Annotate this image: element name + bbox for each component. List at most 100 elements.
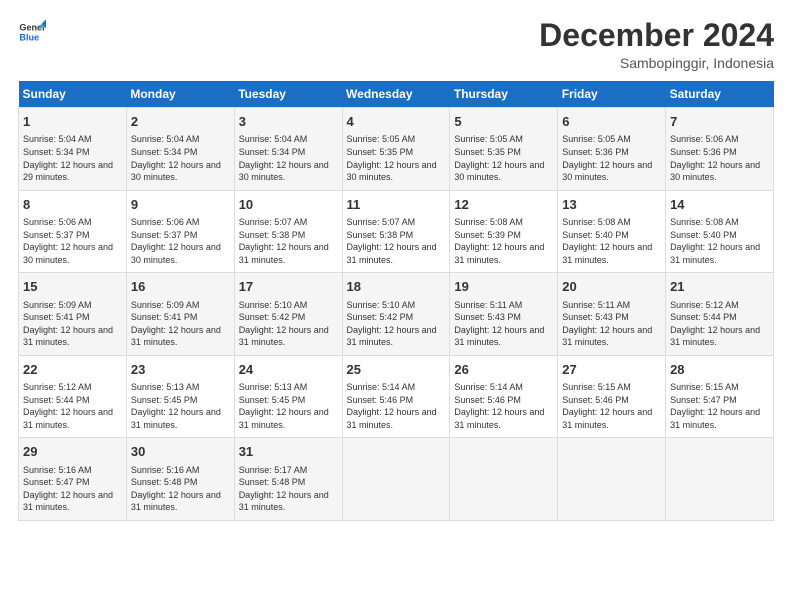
sunset-label: Sunset: 5:45 PM xyxy=(131,395,198,405)
daylight-label: Daylight: 12 hours and 31 minutes. xyxy=(562,242,652,265)
cell-w1-d1: 2Sunrise: 5:04 AMSunset: 5:34 PMDaylight… xyxy=(126,108,234,191)
sunset-label: Sunset: 5:46 PM xyxy=(562,395,629,405)
daylight-label: Daylight: 12 hours and 31 minutes. xyxy=(670,407,760,430)
cell-w5-d2: 31Sunrise: 5:17 AMSunset: 5:48 PMDayligh… xyxy=(234,438,342,521)
day-number: 16 xyxy=(131,278,230,296)
daylight-label: Daylight: 12 hours and 31 minutes. xyxy=(23,490,113,513)
col-tuesday: Tuesday xyxy=(234,81,342,108)
cell-w5-d1: 30Sunrise: 5:16 AMSunset: 5:48 PMDayligh… xyxy=(126,438,234,521)
cell-w5-d6 xyxy=(666,438,774,521)
daylight-label: Daylight: 12 hours and 31 minutes. xyxy=(670,325,760,348)
col-wednesday: Wednesday xyxy=(342,81,450,108)
cell-w2-d5: 13Sunrise: 5:08 AMSunset: 5:40 PMDayligh… xyxy=(558,190,666,273)
cell-w5-d3 xyxy=(342,438,450,521)
sunrise-label: Sunrise: 5:06 AM xyxy=(23,217,92,227)
sunrise-label: Sunrise: 5:16 AM xyxy=(23,465,92,475)
day-number: 24 xyxy=(239,361,338,379)
cell-w2-d3: 11Sunrise: 5:07 AMSunset: 5:38 PMDayligh… xyxy=(342,190,450,273)
daylight-label: Daylight: 12 hours and 31 minutes. xyxy=(454,407,544,430)
week-row-1: 1Sunrise: 5:04 AMSunset: 5:34 PMDaylight… xyxy=(19,108,774,191)
sunset-label: Sunset: 5:47 PM xyxy=(23,477,90,487)
cell-w2-d4: 12Sunrise: 5:08 AMSunset: 5:39 PMDayligh… xyxy=(450,190,558,273)
day-number: 20 xyxy=(562,278,661,296)
sunrise-label: Sunrise: 5:11 AM xyxy=(562,300,630,310)
week-row-3: 15Sunrise: 5:09 AMSunset: 5:41 PMDayligh… xyxy=(19,273,774,356)
cell-w5-d5 xyxy=(558,438,666,521)
cell-w4-d2: 24Sunrise: 5:13 AMSunset: 5:45 PMDayligh… xyxy=(234,355,342,438)
col-saturday: Saturday xyxy=(666,81,774,108)
sunrise-label: Sunrise: 5:15 AM xyxy=(562,382,631,392)
sunset-label: Sunset: 5:36 PM xyxy=(670,147,737,157)
daylight-label: Daylight: 12 hours and 30 minutes. xyxy=(454,160,544,183)
sunrise-label: Sunrise: 5:04 AM xyxy=(131,134,200,144)
daylight-label: Daylight: 12 hours and 30 minutes. xyxy=(131,242,221,265)
cell-w3-d6: 21Sunrise: 5:12 AMSunset: 5:44 PMDayligh… xyxy=(666,273,774,356)
daylight-label: Daylight: 12 hours and 30 minutes. xyxy=(347,160,437,183)
cell-w4-d1: 23Sunrise: 5:13 AMSunset: 5:45 PMDayligh… xyxy=(126,355,234,438)
sunset-label: Sunset: 5:41 PM xyxy=(23,312,90,322)
daylight-label: Daylight: 12 hours and 30 minutes. xyxy=(23,242,113,265)
day-number: 7 xyxy=(670,113,769,131)
cell-w1-d4: 5Sunrise: 5:05 AMSunset: 5:35 PMDaylight… xyxy=(450,108,558,191)
daylight-label: Daylight: 12 hours and 30 minutes. xyxy=(131,160,221,183)
sunset-label: Sunset: 5:43 PM xyxy=(562,312,629,322)
week-row-2: 8Sunrise: 5:06 AMSunset: 5:37 PMDaylight… xyxy=(19,190,774,273)
sunrise-label: Sunrise: 5:12 AM xyxy=(23,382,92,392)
day-number: 10 xyxy=(239,196,338,214)
sunset-label: Sunset: 5:37 PM xyxy=(131,230,198,240)
daylight-label: Daylight: 12 hours and 31 minutes. xyxy=(562,407,652,430)
week-row-4: 22Sunrise: 5:12 AMSunset: 5:44 PMDayligh… xyxy=(19,355,774,438)
cell-w2-d6: 14Sunrise: 5:08 AMSunset: 5:40 PMDayligh… xyxy=(666,190,774,273)
sunset-label: Sunset: 5:43 PM xyxy=(454,312,521,322)
sunrise-label: Sunrise: 5:14 AM xyxy=(454,382,523,392)
day-number: 6 xyxy=(562,113,661,131)
sunset-label: Sunset: 5:41 PM xyxy=(131,312,198,322)
daylight-label: Daylight: 12 hours and 31 minutes. xyxy=(454,242,544,265)
sunset-label: Sunset: 5:46 PM xyxy=(454,395,521,405)
cell-w1-d2: 3Sunrise: 5:04 AMSunset: 5:34 PMDaylight… xyxy=(234,108,342,191)
day-number: 23 xyxy=(131,361,230,379)
day-number: 27 xyxy=(562,361,661,379)
day-number: 19 xyxy=(454,278,553,296)
cell-w1-d5: 6Sunrise: 5:05 AMSunset: 5:36 PMDaylight… xyxy=(558,108,666,191)
daylight-label: Daylight: 12 hours and 31 minutes. xyxy=(239,490,329,513)
day-number: 5 xyxy=(454,113,553,131)
daylight-label: Daylight: 12 hours and 31 minutes. xyxy=(347,325,437,348)
cell-w1-d6: 7Sunrise: 5:06 AMSunset: 5:36 PMDaylight… xyxy=(666,108,774,191)
page: General Blue December 2024 Sambopinggir,… xyxy=(0,0,792,612)
daylight-label: Daylight: 12 hours and 31 minutes. xyxy=(239,242,329,265)
sunset-label: Sunset: 5:42 PM xyxy=(239,312,306,322)
cell-w3-d4: 19Sunrise: 5:11 AMSunset: 5:43 PMDayligh… xyxy=(450,273,558,356)
sunset-label: Sunset: 5:40 PM xyxy=(670,230,737,240)
svg-text:Blue: Blue xyxy=(19,32,39,42)
cell-w4-d0: 22Sunrise: 5:12 AMSunset: 5:44 PMDayligh… xyxy=(19,355,127,438)
sunset-label: Sunset: 5:34 PM xyxy=(239,147,306,157)
day-number: 31 xyxy=(239,443,338,461)
cell-w5-d0: 29Sunrise: 5:16 AMSunset: 5:47 PMDayligh… xyxy=(19,438,127,521)
sunset-label: Sunset: 5:37 PM xyxy=(23,230,90,240)
sunrise-label: Sunrise: 5:17 AM xyxy=(239,465,308,475)
sunrise-label: Sunrise: 5:10 AM xyxy=(347,300,416,310)
calendar-table: Sunday Monday Tuesday Wednesday Thursday… xyxy=(18,81,774,521)
sunset-label: Sunset: 5:47 PM xyxy=(670,395,737,405)
cell-w5-d4 xyxy=(450,438,558,521)
sunrise-label: Sunrise: 5:09 AM xyxy=(23,300,92,310)
week-row-5: 29Sunrise: 5:16 AMSunset: 5:47 PMDayligh… xyxy=(19,438,774,521)
sunset-label: Sunset: 5:39 PM xyxy=(454,230,521,240)
sunset-label: Sunset: 5:35 PM xyxy=(347,147,414,157)
cell-w4-d6: 28Sunrise: 5:15 AMSunset: 5:47 PMDayligh… xyxy=(666,355,774,438)
col-thursday: Thursday xyxy=(450,81,558,108)
cell-w3-d2: 17Sunrise: 5:10 AMSunset: 5:42 PMDayligh… xyxy=(234,273,342,356)
day-number: 14 xyxy=(670,196,769,214)
sunrise-label: Sunrise: 5:04 AM xyxy=(23,134,92,144)
cell-w2-d2: 10Sunrise: 5:07 AMSunset: 5:38 PMDayligh… xyxy=(234,190,342,273)
logo-icon: General Blue xyxy=(18,18,46,46)
day-number: 30 xyxy=(131,443,230,461)
cell-w3-d5: 20Sunrise: 5:11 AMSunset: 5:43 PMDayligh… xyxy=(558,273,666,356)
daylight-label: Daylight: 12 hours and 30 minutes. xyxy=(562,160,652,183)
sunrise-label: Sunrise: 5:08 AM xyxy=(670,217,739,227)
sunrise-label: Sunrise: 5:05 AM xyxy=(347,134,416,144)
sunset-label: Sunset: 5:44 PM xyxy=(23,395,90,405)
cell-w3-d3: 18Sunrise: 5:10 AMSunset: 5:42 PMDayligh… xyxy=(342,273,450,356)
daylight-label: Daylight: 12 hours and 30 minutes. xyxy=(670,160,760,183)
